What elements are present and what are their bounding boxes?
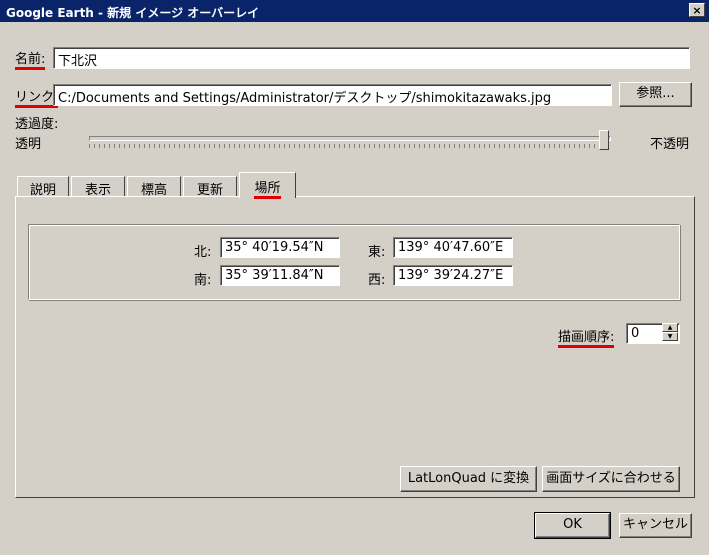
west-label: 西:	[368, 273, 386, 288]
south-input[interactable]: 35° 39′11.84″N	[220, 265, 340, 286]
tab-view[interactable]: 表示	[71, 176, 125, 198]
tab-location[interactable]: 場所	[239, 172, 296, 199]
slider-thumb[interactable]	[599, 130, 609, 150]
north-input[interactable]: 35° 40′19.54″N	[220, 237, 340, 258]
west-input[interactable]: 139° 39′24.27″E	[393, 265, 513, 286]
tab-description[interactable]: 説明	[17, 176, 69, 198]
coordinates-group	[28, 224, 680, 300]
slider-ticks	[89, 144, 609, 148]
south-label: 南:	[194, 273, 212, 288]
fit-to-screen-button[interactable]: 画面サイズに合わせる	[542, 466, 680, 492]
north-label: 北:	[194, 245, 212, 260]
east-input[interactable]: 139° 40′47.60″E	[393, 237, 513, 258]
tab-refresh[interactable]: 更新	[183, 176, 237, 198]
opacity-slider[interactable]	[89, 130, 611, 150]
convert-latlonquad-button[interactable]: LatLonQuad に変換	[400, 466, 537, 492]
slider-groove	[89, 136, 611, 141]
east-label: 東:	[368, 245, 386, 260]
link-label: リンク:	[15, 86, 59, 108]
tab-label: 場所	[254, 177, 281, 199]
draw-order-label: 描画順序:	[558, 326, 615, 348]
name-label: 名前:	[15, 48, 46, 70]
close-icon[interactable]: ×	[689, 3, 705, 17]
dialog-window: Google Earth - 新規 イメージ オーバーレイ × 名前: 下北沢 …	[0, 0, 709, 555]
name-input[interactable]: 下北沢	[53, 47, 690, 69]
ok-button[interactable]: OK	[534, 512, 611, 539]
opaque-label: 不透明	[650, 137, 690, 152]
title-bar[interactable]: Google Earth - 新規 イメージ オーバーレイ ×	[0, 0, 709, 22]
opacity-label: 透過度:	[15, 117, 59, 132]
spin-down-icon[interactable]: ▼	[662, 332, 678, 341]
spin-up-icon[interactable]: ▲	[662, 323, 678, 332]
draw-order-spinner[interactable]: ▲ ▼	[662, 323, 680, 343]
tab-altitude[interactable]: 標高	[127, 176, 181, 198]
transparent-label: 透明	[15, 137, 42, 152]
browse-button[interactable]: 参照...	[619, 82, 692, 107]
link-input[interactable]: C:/Documents and Settings/Administrator/…	[53, 84, 612, 106]
cancel-button[interactable]: キャンセル	[619, 513, 692, 538]
window-title: Google Earth - 新規 イメージ オーバーレイ	[6, 6, 260, 20]
